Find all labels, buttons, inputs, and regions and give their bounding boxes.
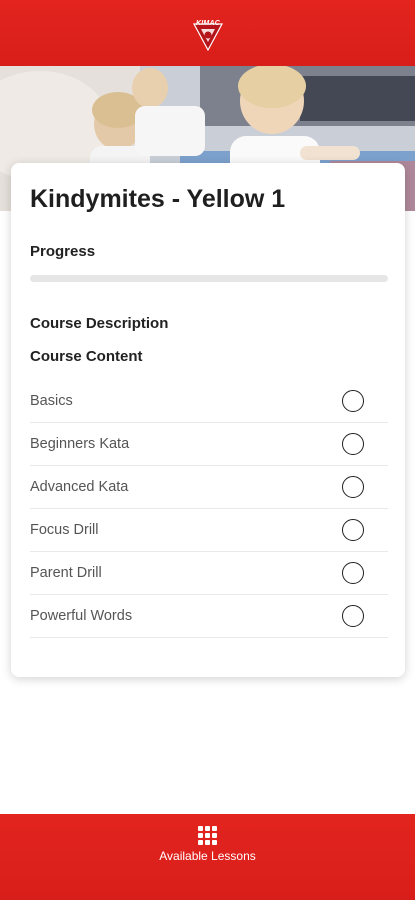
bottom-nav-bar: Available Lessons	[0, 814, 415, 900]
lesson-name: Basics	[30, 393, 73, 409]
lesson-row-basics[interactable]: Basics	[30, 380, 388, 423]
circle-icon[interactable]	[342, 519, 364, 541]
lesson-name: Beginners Kata	[30, 436, 130, 452]
grid-icon	[198, 826, 217, 845]
course-title: Kindymites - Yellow 1	[30, 185, 286, 213]
circle-icon[interactable]	[342, 476, 364, 498]
tab-available-lessons[interactable]: Available Lessons	[140, 822, 275, 872]
lesson-row-advanced-kata[interactable]: Advanced Kata	[30, 466, 388, 509]
lesson-name: Powerful Words	[30, 608, 133, 624]
circle-icon[interactable]	[342, 433, 364, 455]
course-content-heading: Course Content	[30, 348, 143, 365]
lesson-row-parent-drill[interactable]: Parent Drill	[30, 552, 388, 595]
lesson-name: Focus Drill	[30, 522, 99, 538]
lesson-name: Advanced Kata	[30, 479, 129, 495]
progress-label: Progress	[30, 243, 96, 260]
lesson-row-focus-drill[interactable]: Focus Drill	[30, 509, 388, 552]
tab-label: Available Lessons	[159, 849, 256, 863]
kimac-logo: KIMAC	[188, 20, 228, 54]
lesson-row-beginners-kata[interactable]: Beginners Kata	[30, 423, 388, 466]
course-description-heading[interactable]: Course Description	[30, 315, 168, 332]
circle-icon[interactable]	[342, 390, 364, 412]
lesson-row-powerful-words[interactable]: Powerful Words	[30, 595, 388, 638]
lesson-list: Basics Beginners Kata Advanced Kata Focu…	[30, 380, 388, 638]
top-header-bar: KIMAC	[0, 0, 415, 66]
circle-icon[interactable]	[342, 605, 364, 627]
lesson-name: Parent Drill	[30, 565, 102, 581]
circle-icon[interactable]	[342, 562, 364, 584]
logo-text: KIMAC	[196, 20, 220, 27]
progress-bar	[30, 275, 388, 282]
course-card: Kindymites - Yellow 1 Progress Course De…	[11, 163, 405, 677]
